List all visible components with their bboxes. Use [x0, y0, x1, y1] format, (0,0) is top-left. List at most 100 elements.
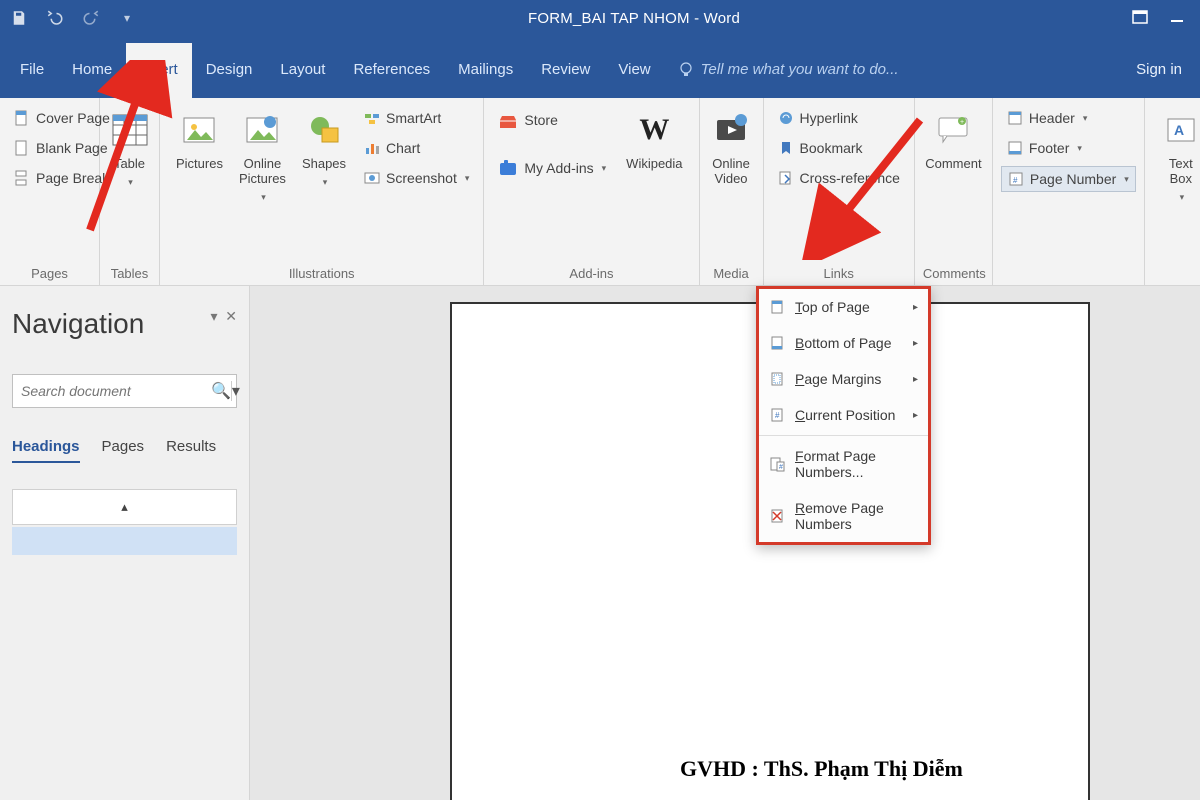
menu-current-position[interactable]: # Current Position ▸ — [759, 397, 928, 433]
svg-text:A: A — [1174, 122, 1184, 138]
group-label-illustrations: Illustrations — [168, 262, 475, 281]
shapes-icon — [304, 110, 344, 150]
store-icon — [498, 110, 518, 130]
page-top-icon — [769, 299, 785, 315]
screenshot-icon — [364, 170, 380, 186]
ribbon-display-icon[interactable] — [1132, 10, 1148, 26]
window-title: FORM_BAI TAP NHOM - Word — [136, 10, 1132, 27]
page-bottom-icon — [769, 335, 785, 351]
footer-icon — [1007, 140, 1023, 156]
search-document-input[interactable]: 🔍 ▾ — [12, 374, 237, 408]
navigation-title: Navigation — [12, 308, 237, 340]
store-button[interactable]: Store — [492, 106, 612, 134]
online-video-button[interactable]: OnlineVideo — [703, 106, 759, 190]
cross-reference-icon — [778, 170, 794, 186]
header-button[interactable]: Header — [1001, 106, 1136, 130]
group-header-footer: Header Footer # Page Number HF — [993, 98, 1145, 285]
tab-insert[interactable]: Insert — [126, 43, 192, 98]
nav-tab-results[interactable]: Results — [166, 438, 216, 463]
cover-page-icon — [14, 110, 30, 126]
tell-me-search[interactable]: Tell me what you want to do... — [665, 43, 913, 98]
menu-format-page-numbers[interactable]: # Format Page Numbers... — [759, 438, 928, 490]
tab-references[interactable]: References — [339, 43, 444, 98]
current-position-icon: # — [769, 407, 785, 423]
search-icon[interactable]: 🔍 — [211, 381, 231, 401]
tab-layout[interactable]: Layout — [266, 43, 339, 98]
group-text: A TextBox Quick Parts A WordArt A Drop C… — [1145, 98, 1200, 285]
menu-remove-page-numbers[interactable]: Remove Page Numbers — [759, 490, 928, 542]
page-break-icon — [14, 170, 30, 186]
shapes-button[interactable]: Shapes — [294, 106, 354, 192]
table-button[interactable]: Table — [102, 106, 158, 192]
screenshot-button[interactable]: Screenshot — [358, 166, 475, 190]
footer-button[interactable]: Footer — [1001, 136, 1136, 160]
bookmark-button[interactable]: Bookmark — [772, 136, 906, 160]
group-label-pages: Pages — [8, 262, 91, 281]
page-number-menu: Top of Page ▸ Bottom of Page ▸ Page Marg… — [756, 286, 931, 545]
wikipedia-button[interactable]: W Wikipedia — [618, 106, 690, 175]
online-pictures-button[interactable]: OnlinePictures — [231, 106, 294, 207]
pictures-button[interactable]: Pictures — [168, 106, 231, 175]
ribbon-tabs: File Home Insert Design Layout Reference… — [0, 36, 1200, 98]
svg-text:#: # — [779, 464, 783, 471]
text-box-button[interactable]: A TextBox — [1153, 106, 1200, 207]
group-label-tables: Tables — [108, 262, 151, 281]
tab-review[interactable]: Review — [527, 43, 604, 98]
page-number-button[interactable]: # Page Number — [1001, 166, 1136, 192]
body-area: ▾ ✕ Navigation 🔍 ▾ Headings Pages Result… — [0, 286, 1200, 800]
group-label-text: Text — [1153, 262, 1200, 281]
tab-design[interactable]: Design — [192, 43, 267, 98]
undo-icon[interactable] — [46, 9, 64, 27]
search-input[interactable] — [13, 383, 211, 399]
wikipedia-icon: W — [634, 110, 674, 150]
svg-text:+: + — [960, 119, 964, 126]
group-addins: Store My Add-ins W Wikipedia Add-ins — [484, 98, 699, 285]
group-links: Hyperlink Bookmark Cross-reference Links — [764, 98, 915, 285]
smartart-button[interactable]: SmartArt — [358, 106, 475, 130]
headings-item[interactable]: ▴ — [12, 489, 237, 525]
tab-file[interactable]: File — [6, 43, 58, 98]
sign-in-link[interactable]: Sign in — [1118, 43, 1200, 98]
chart-icon — [364, 140, 380, 156]
navigation-pane-controls[interactable]: ▾ ✕ — [210, 308, 237, 325]
headings-selection[interactable] — [12, 527, 237, 555]
document-canvas[interactable]: GVHD : ThS. Phạm Thị Diễm — [250, 286, 1200, 800]
chart-button[interactable]: Chart — [358, 136, 475, 160]
window-controls — [1132, 10, 1200, 26]
submenu-arrow-icon: ▸ — [913, 302, 918, 313]
pictures-icon — [179, 110, 219, 150]
hyperlink-icon — [778, 110, 794, 126]
svg-text:#: # — [1013, 176, 1018, 185]
minimize-icon[interactable] — [1170, 10, 1186, 26]
tab-mailings[interactable]: Mailings — [444, 43, 527, 98]
group-tables: Table Tables — [100, 98, 160, 285]
title-bar: ▾ FORM_BAI TAP NHOM - Word — [0, 0, 1200, 36]
group-pages: Cover Page Blank Page Page Break Pages — [0, 98, 100, 285]
search-dropdown-icon[interactable]: ▾ — [231, 381, 240, 401]
tell-me-placeholder: Tell me what you want to do... — [701, 61, 899, 78]
cross-reference-button[interactable]: Cross-reference — [772, 166, 906, 190]
redo-icon[interactable] — [82, 9, 100, 27]
text-box-icon: A — [1161, 110, 1200, 150]
menu-page-margins[interactable]: Page Margins ▸ — [759, 361, 928, 397]
submenu-arrow-icon: ▸ — [913, 338, 918, 349]
navigation-tabs: Headings Pages Results — [12, 438, 237, 463]
nav-tab-pages[interactable]: Pages — [102, 438, 145, 463]
menu-bottom-of-page[interactable]: Bottom of Page ▸ — [759, 325, 928, 361]
nav-tab-headings[interactable]: Headings — [12, 438, 80, 463]
my-addins-button[interactable]: My Add-ins — [492, 154, 612, 182]
comment-icon: + — [933, 110, 973, 150]
menu-top-of-page[interactable]: Top of Page ▸ — [759, 289, 928, 325]
table-icon — [110, 110, 150, 150]
tab-home[interactable]: Home — [58, 43, 126, 98]
comment-button[interactable]: + Comment — [917, 106, 989, 175]
save-icon[interactable] — [10, 9, 28, 27]
ribbon: Cover Page Blank Page Page Break Pages — [0, 98, 1200, 286]
qat-customize-icon[interactable]: ▾ — [118, 9, 136, 27]
bookmark-icon — [778, 140, 794, 156]
tab-view[interactable]: View — [604, 43, 664, 98]
svg-text:#: # — [775, 411, 780, 420]
submenu-arrow-icon: ▸ — [913, 374, 918, 385]
hyperlink-button[interactable]: Hyperlink — [772, 106, 906, 130]
page-margins-icon — [769, 371, 785, 387]
